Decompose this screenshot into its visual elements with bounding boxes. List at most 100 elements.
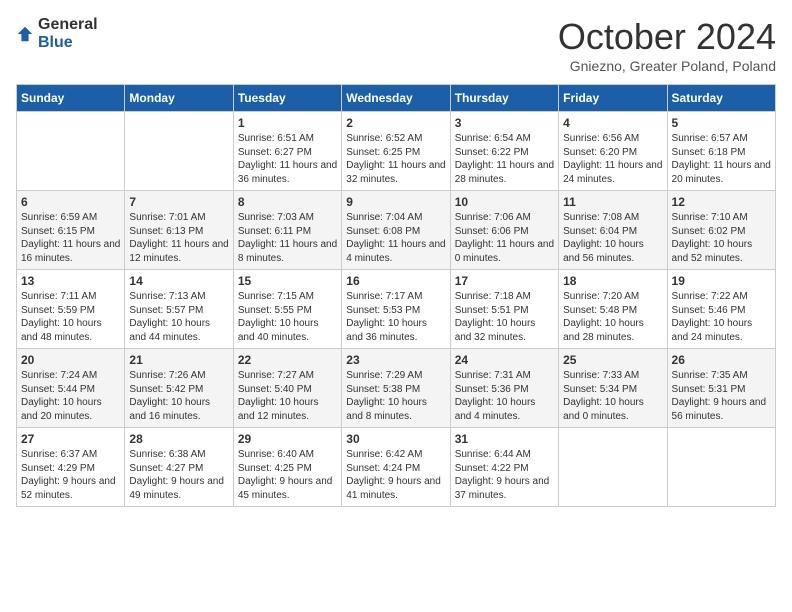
day-number: 8 [238,195,337,209]
day-number: 23 [346,353,445,367]
cell-details: Sunrise: 7:24 AM Sunset: 5:44 PM Dayligh… [21,369,120,423]
cell-details: Sunrise: 7:13 AM Sunset: 5:57 PM Dayligh… [129,290,228,344]
day-number: 27 [21,432,120,446]
day-number: 19 [672,274,771,288]
day-number: 24 [455,353,554,367]
calendar-cell: 4 Sunrise: 6:56 AM Sunset: 6:20 PM Daylig… [559,112,667,191]
day-number: 11 [563,195,662,209]
cell-details: Sunrise: 6:42 AM Sunset: 4:24 PM Dayligh… [346,448,445,502]
cell-details: Sunrise: 7:29 AM Sunset: 5:38 PM Dayligh… [346,369,445,423]
calendar-cell [667,428,775,507]
logo-general-text: General [38,16,98,33]
day-number: 7 [129,195,228,209]
day-number: 5 [672,116,771,130]
calendar-cell: 11 Sunrise: 7:08 AM Sunset: 6:04 PM Dayli… [559,191,667,270]
cell-details: Sunrise: 6:37 AM Sunset: 4:29 PM Dayligh… [21,448,120,502]
calendar-cell [559,428,667,507]
day-number: 12 [672,195,771,209]
month-title: October 2024 [558,16,776,58]
column-header-thursday: Thursday [450,85,558,112]
calendar-week-1: 1 Sunrise: 6:51 AM Sunset: 6:27 PM Daylig… [17,112,776,191]
column-header-sunday: Sunday [17,85,125,112]
calendar-cell: 3Sunrise: 6:54 AM Sunset: 6:22 PM Daylig… [450,112,558,191]
day-number: 25 [563,353,662,367]
calendar-cell: 12 Sunrise: 7:10 AM Sunset: 6:02 PM Dayli… [667,191,775,270]
day-number: 10 [455,195,554,209]
logo-blue-text: Blue [38,34,73,51]
calendar-header-row: SundayMondayTuesdayWednesdayThursdayFrid… [17,85,776,112]
calendar-cell: 2 Sunrise: 6:52 AM Sunset: 6:25 PM Daylig… [342,112,450,191]
cell-details: Sunrise: 7:01 AM Sunset: 6:13 PM Dayligh… [129,211,228,265]
cell-details: Sunrise: 7:18 AM Sunset: 5:51 PM Dayligh… [455,290,554,344]
calendar-week-2: 6Sunrise: 6:59 AM Sunset: 6:15 PM Daylig… [17,191,776,270]
cell-details: Sunrise: 7:11 AM Sunset: 5:59 PM Dayligh… [21,290,120,344]
calendar-week-4: 20 Sunrise: 7:24 AM Sunset: 5:44 PM Dayli… [17,349,776,428]
logo: General Blue [16,16,98,52]
day-number: 22 [238,353,337,367]
calendar-cell: 29Sunrise: 6:40 AM Sunset: 4:25 PM Dayli… [233,428,341,507]
cell-details: Sunrise: 7:26 AM Sunset: 5:42 PM Dayligh… [129,369,228,423]
cell-details: Sunrise: 7:08 AM Sunset: 6:04 PM Dayligh… [563,211,662,265]
day-number: 28 [129,432,228,446]
calendar-cell: 18 Sunrise: 7:20 AM Sunset: 5:48 PM Dayli… [559,270,667,349]
cell-details: Sunrise: 6:59 AM Sunset: 6:15 PM Dayligh… [21,211,120,265]
calendar-table: SundayMondayTuesdayWednesdayThursdayFrid… [16,84,776,507]
cell-details: Sunrise: 6:56 AM Sunset: 6:20 PM Dayligh… [563,132,662,186]
cell-details: Sunrise: 7:20 AM Sunset: 5:48 PM Dayligh… [563,290,662,344]
day-number: 16 [346,274,445,288]
calendar-cell: 9 Sunrise: 7:04 AM Sunset: 6:08 PM Daylig… [342,191,450,270]
calendar-cell: 10 Sunrise: 7:06 AM Sunset: 6:06 PM Dayli… [450,191,558,270]
calendar-cell: 8 Sunrise: 7:03 AM Sunset: 6:11 PM Daylig… [233,191,341,270]
calendar-week-3: 13Sunrise: 7:11 AM Sunset: 5:59 PM Dayli… [17,270,776,349]
cell-details: Sunrise: 6:44 AM Sunset: 4:22 PM Dayligh… [455,448,554,502]
cell-details: Sunrise: 6:57 AM Sunset: 6:18 PM Dayligh… [672,132,771,186]
cell-details: Sunrise: 7:31 AM Sunset: 5:36 PM Dayligh… [455,369,554,423]
day-number: 18 [563,274,662,288]
cell-details: Sunrise: 6:51 AM Sunset: 6:27 PM Dayligh… [238,132,337,186]
calendar-cell: 16 Sunrise: 7:17 AM Sunset: 5:53 PM Dayli… [342,270,450,349]
calendar-week-5: 27 Sunrise: 6:37 AM Sunset: 4:29 PM Dayli… [17,428,776,507]
day-number: 15 [238,274,337,288]
calendar-cell: 31 Sunrise: 6:44 AM Sunset: 4:22 PM Dayli… [450,428,558,507]
day-number: 30 [346,432,445,446]
calendar-cell [125,112,233,191]
day-number: 2 [346,116,445,130]
day-number: 14 [129,274,228,288]
calendar-cell: 6Sunrise: 6:59 AM Sunset: 6:15 PM Daylig… [17,191,125,270]
calendar-cell: 7 Sunrise: 7:01 AM Sunset: 6:13 PM Daylig… [125,191,233,270]
cell-details: Sunrise: 7:22 AM Sunset: 5:46 PM Dayligh… [672,290,771,344]
cell-details: Sunrise: 6:52 AM Sunset: 6:25 PM Dayligh… [346,132,445,186]
day-number: 26 [672,353,771,367]
day-number: 3 [455,116,554,130]
location-subtitle: Gniezno, Greater Poland, Poland [558,58,776,74]
page-header: General Blue October 2024 Gniezno, Great… [16,16,776,74]
cell-details: Sunrise: 7:04 AM Sunset: 6:08 PM Dayligh… [346,211,445,265]
day-number: 31 [455,432,554,446]
calendar-cell: 22Sunrise: 7:27 AM Sunset: 5:40 PM Dayli… [233,349,341,428]
day-number: 20 [21,353,120,367]
cell-details: Sunrise: 7:33 AM Sunset: 5:34 PM Dayligh… [563,369,662,423]
column-header-wednesday: Wednesday [342,85,450,112]
calendar-cell: 21 Sunrise: 7:26 AM Sunset: 5:42 PM Dayli… [125,349,233,428]
column-header-tuesday: Tuesday [233,85,341,112]
day-number: 1 [238,116,337,130]
day-number: 9 [346,195,445,209]
cell-details: Sunrise: 7:06 AM Sunset: 6:06 PM Dayligh… [455,211,554,265]
calendar-cell: 26Sunrise: 7:35 AM Sunset: 5:31 PM Dayli… [667,349,775,428]
cell-details: Sunrise: 6:38 AM Sunset: 4:27 PM Dayligh… [129,448,228,502]
calendar-cell: 28 Sunrise: 6:38 AM Sunset: 4:27 PM Dayli… [125,428,233,507]
day-number: 4 [563,116,662,130]
calendar-cell: 27 Sunrise: 6:37 AM Sunset: 4:29 PM Dayli… [17,428,125,507]
day-number: 17 [455,274,554,288]
calendar-cell [17,112,125,191]
title-area: October 2024 Gniezno, Greater Poland, Po… [558,16,776,74]
column-header-friday: Friday [559,85,667,112]
cell-details: Sunrise: 7:10 AM Sunset: 6:02 PM Dayligh… [672,211,771,265]
cell-details: Sunrise: 7:15 AM Sunset: 5:55 PM Dayligh… [238,290,337,344]
day-number: 21 [129,353,228,367]
calendar-cell: 17 Sunrise: 7:18 AM Sunset: 5:51 PM Dayli… [450,270,558,349]
cell-details: Sunrise: 7:03 AM Sunset: 6:11 PM Dayligh… [238,211,337,265]
calendar-cell: 13Sunrise: 7:11 AM Sunset: 5:59 PM Dayli… [17,270,125,349]
cell-details: Sunrise: 7:17 AM Sunset: 5:53 PM Dayligh… [346,290,445,344]
calendar-cell: 20 Sunrise: 7:24 AM Sunset: 5:44 PM Dayli… [17,349,125,428]
